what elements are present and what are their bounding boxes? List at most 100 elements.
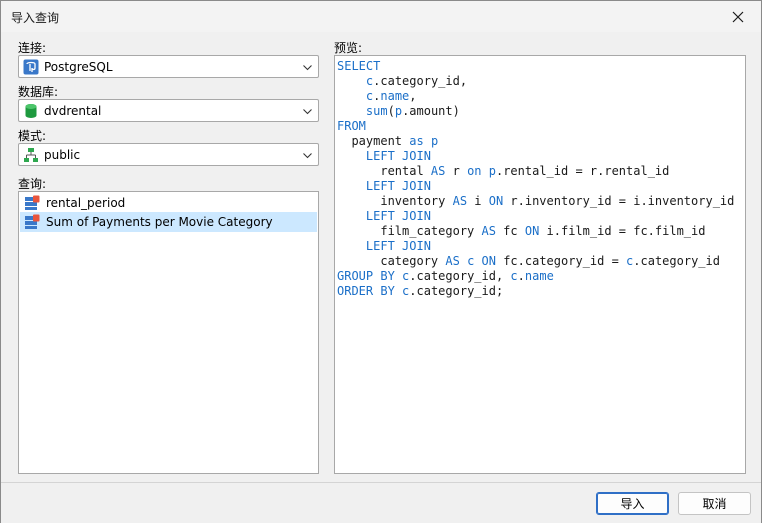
sql-keyword: LEFT JOIN: [365, 209, 431, 223]
sql-keyword: c: [510, 269, 518, 283]
sql-line: GROUP BY c.category_id, c.name: [337, 269, 745, 284]
sql-keyword: ORDER BY: [337, 284, 395, 298]
sql-line: FROM: [337, 119, 745, 134]
sql-keyword: on: [467, 164, 482, 178]
sql-keyword: ON: [481, 254, 496, 268]
sql-keyword: AS: [452, 194, 468, 208]
query-icon: [25, 195, 40, 210]
sql-text: category: [337, 254, 446, 268]
sql-text: rental: [337, 164, 431, 178]
sql-text: fc: [495, 224, 525, 238]
sql-line: SELECT: [337, 59, 745, 74]
sql-keyword: sum: [365, 104, 388, 118]
list-item[interactable]: rental_period: [20, 193, 317, 213]
sql-line: LEFT JOIN: [337, 239, 745, 254]
sql-keyword: ON: [488, 194, 504, 208]
sql-text: .amount): [402, 104, 460, 118]
sql-text: .: [517, 269, 525, 283]
sql-line: category AS c ON fc.category_id = c.cate…: [337, 254, 745, 269]
sql-line: rental AS r on p.rental_id = r.rental_id: [337, 164, 745, 179]
connection-value: PostgreSQL: [44, 60, 113, 74]
sql-line: LEFT JOIN: [337, 209, 745, 224]
queries-label: 查询:: [18, 177, 47, 191]
sql-line: LEFT JOIN: [337, 179, 745, 194]
sql-keyword: GROUP BY: [337, 269, 395, 283]
schema-select[interactable]: public: [18, 143, 319, 166]
database-label: 数据库:: [18, 85, 59, 99]
sql-text: r: [445, 164, 468, 178]
sql-keyword: AS: [430, 164, 446, 178]
sql-line: LEFT JOIN: [337, 149, 745, 164]
sql-keyword: name: [380, 89, 410, 103]
query-list[interactable]: rental_period Sum of Payments per Movie …: [18, 191, 319, 474]
schema-icon: [24, 148, 38, 162]
schema-label: 模式:: [18, 129, 47, 143]
list-item-label: Sum of Payments per Movie Category: [46, 215, 273, 229]
cancel-button[interactable]: 取消: [678, 492, 751, 515]
connection-label: 连接:: [18, 41, 47, 55]
sql-keyword: AS: [445, 254, 460, 268]
list-item[interactable]: Sum of Payments per Movie Category: [20, 212, 317, 232]
sql-text: .category_id,: [409, 269, 511, 283]
query-icon: [25, 214, 40, 229]
sql-text: i: [467, 194, 489, 208]
sql-line: ORDER BY c.category_id;: [337, 284, 745, 299]
sql-text: (: [387, 104, 395, 118]
list-item-label: rental_period: [46, 196, 126, 210]
chevron-down-icon: [303, 109, 312, 115]
postgresql-icon: [23, 59, 39, 75]
sql-line: inventory AS i ON r.inventory_id = i.inv…: [337, 194, 745, 209]
sql-text: inventory: [337, 194, 453, 208]
sql-keyword: LEFT JOIN: [365, 239, 431, 253]
sql-line: sum(p.amount): [337, 104, 745, 119]
schema-value: public: [44, 148, 81, 162]
sql-text: film_category: [337, 224, 482, 238]
title-bar: 导入查询: [1, 1, 761, 32]
import-query-dialog: 导入查询 连接: PostgreSQL 数据库: dvdrental 模式: p…: [0, 0, 762, 523]
sql-text: .category_id;: [409, 284, 504, 298]
sql-text: fc.category_id =: [495, 254, 627, 268]
sql-line: c.category_id,: [337, 74, 745, 89]
sql-keyword: ON: [524, 224, 540, 238]
sql-keyword: p: [430, 134, 439, 148]
sql-text: .category_id: [633, 254, 720, 268]
sql-text: i.film_id = fc.film_id: [539, 224, 706, 238]
sql-text: .rental_id = r.rental_id: [495, 164, 670, 178]
database-select[interactable]: dvdrental: [18, 99, 319, 122]
database-icon: [25, 104, 37, 118]
connection-select[interactable]: PostgreSQL: [18, 55, 319, 78]
chevron-down-icon: [303, 65, 312, 71]
close-button[interactable]: [715, 1, 761, 32]
sql-line: c.name,: [337, 89, 745, 104]
close-icon: [732, 11, 744, 22]
sql-keyword: name: [524, 269, 554, 283]
sql-keyword: as: [409, 134, 424, 148]
sql-keyword: AS: [481, 224, 496, 238]
sql-line: payment as p: [337, 134, 745, 149]
sql-preview[interactable]: SELECT c.category_id, c.name, sum(p.amou…: [334, 55, 746, 474]
database-value: dvdrental: [44, 104, 102, 118]
sql-text: .category_id,: [373, 74, 468, 88]
chevron-down-icon: [303, 153, 312, 159]
sql-text: ,: [409, 89, 417, 103]
sql-keyword: FROM: [337, 119, 366, 133]
import-button[interactable]: 导入: [596, 492, 669, 515]
window-title: 导入查询: [11, 11, 60, 25]
sql-text: payment: [337, 134, 410, 148]
sql-keyword: SELECT: [337, 59, 381, 73]
sql-keyword: p: [394, 104, 403, 118]
sql-line: film_category AS fc ON i.film_id = fc.fi…: [337, 224, 745, 239]
sql-text: r.inventory_id = i.inventory_id: [503, 194, 735, 208]
